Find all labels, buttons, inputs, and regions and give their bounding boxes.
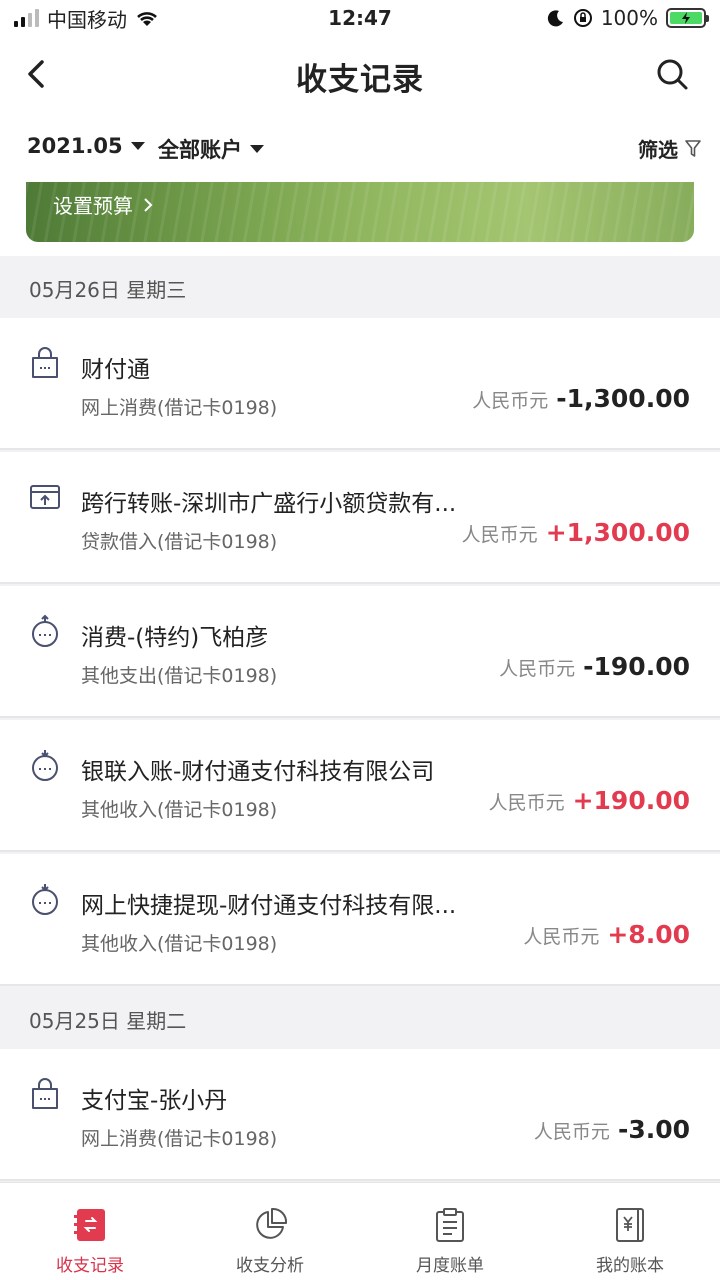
tab-my-ledger[interactable]: 我的账本: [540, 1183, 720, 1280]
currency-label: 人民币元: [461, 524, 538, 546]
funnel-icon: [685, 139, 701, 157]
transaction-amount: 人民币元 +8.00: [523, 920, 690, 949]
amount-value: +1,300.00: [545, 518, 690, 547]
transaction-title: 财付通: [81, 357, 150, 383]
expense-face-icon: [32, 614, 58, 647]
amount-value: +8.00: [607, 920, 690, 949]
clipboard-icon: [436, 1208, 464, 1242]
amount-value: -1,300.00: [556, 384, 690, 413]
battery-icon: [666, 8, 709, 28]
month-selector[interactable]: 2021.05: [27, 134, 145, 158]
transaction-title: 支付宝-张小丹: [81, 1088, 228, 1114]
transaction-subtitle: 其他收入(借记卡0198): [81, 933, 278, 955]
month-label: 2021.05: [27, 134, 123, 158]
tab-label: 月度账单: [416, 1256, 484, 1276]
transaction-row[interactable]: 网上快捷提现-财付通支付科技有限... 其他收入(借记卡0198) 人民币元 +…: [0, 854, 720, 986]
status-right: 100%: [547, 6, 709, 30]
income-face-icon: [32, 750, 58, 781]
currency-label: 人民币元: [499, 658, 576, 680]
transaction-amount: 人民币元 +1,300.00: [462, 518, 690, 547]
filter-label: 筛选: [638, 138, 678, 162]
tab-label: 收支记录: [56, 1256, 124, 1276]
transaction-title: 网上快捷提现-财付通支付科技有限...: [81, 893, 457, 919]
transaction-row[interactable]: 支付宝-张小丹 网上消费(借记卡0198) 人民币元 -3.00: [0, 1049, 720, 1181]
currency-label: 人民币元: [472, 390, 549, 412]
transaction-title: 跨行转账-深圳市广盛行小额贷款有...: [81, 491, 457, 517]
tab-monthly-bill[interactable]: 月度账单: [360, 1183, 540, 1280]
currency-label: 人民币元: [523, 926, 600, 948]
caret-down-icon: [250, 145, 264, 153]
transfer-icon: [30, 485, 60, 509]
orientation-lock-icon: [573, 9, 592, 27]
shopping-bag-icon: [32, 1078, 58, 1109]
transaction-row[interactable]: 跨行转账-深圳市广盛行小额贷款有... 贷款借入(借记卡0198) 人民币元 +…: [0, 452, 720, 584]
transaction-amount: 人民币元 -190.00: [499, 652, 690, 681]
filter-button[interactable]: 筛选: [638, 134, 702, 163]
date-header: 05月26日 星期三: [0, 256, 720, 318]
transaction-row[interactable]: 财付通 网上消费(借记卡0198) 人民币元 -1,300.00: [0, 318, 720, 450]
transaction-row[interactable]: 消费-(特约)飞柏彦 其他支出(借记卡0198) 人民币元 -190.00: [0, 586, 720, 718]
banner-area: 设置预算: [0, 182, 720, 256]
shopping-bag-icon: [32, 347, 58, 378]
currency-label: 人民币元: [488, 792, 565, 814]
tab-label: 收支分析: [236, 1256, 304, 1276]
transaction-subtitle: 网上消费(借记卡0198): [81, 397, 278, 419]
tab-bar: 收支记录 收支分析 月度账单 我的账本: [0, 1182, 720, 1280]
banner-label: 设置预算: [53, 194, 133, 218]
currency-label: 人民币元: [533, 1121, 610, 1143]
transaction-title: 消费-(特约)飞柏彦: [81, 625, 269, 651]
ledger-icon: [616, 1208, 644, 1242]
pie-chart-icon: [256, 1207, 288, 1239]
tab-records[interactable]: 收支记录: [0, 1183, 180, 1280]
records-book-icon: [74, 1209, 105, 1241]
account-selector[interactable]: 全部账户: [158, 134, 264, 164]
search-icon[interactable]: [654, 56, 690, 92]
transaction-title: 银联入账-财付通支付科技有限公司: [81, 759, 435, 785]
account-label: 全部账户: [158, 138, 242, 162]
transaction-subtitle: 贷款借入(借记卡0198): [81, 531, 278, 553]
amount-value: -190.00: [583, 652, 690, 681]
nav-bar: 收支记录: [0, 36, 720, 112]
amount-value: -3.00: [617, 1115, 690, 1144]
battery-label: 100%: [600, 6, 658, 30]
transaction-subtitle: 其他收入(借记卡0198): [81, 799, 278, 821]
income-face-icon: [32, 884, 58, 915]
date-header: 05月25日 星期二: [0, 987, 720, 1049]
tab-analysis[interactable]: 收支分析: [180, 1183, 360, 1280]
caret-down-icon: [130, 142, 145, 150]
chevron-right-icon: [144, 197, 153, 212]
amount-value: +190.00: [572, 786, 690, 815]
transaction-row[interactable]: 银联入账-财付通支付科技有限公司 其他收入(借记卡0198) 人民币元 +190…: [0, 720, 720, 852]
page-title: 收支记录: [296, 62, 424, 98]
transaction-amount: 人民币元 +190.00: [489, 786, 690, 815]
budget-banner[interactable]: 设置预算: [26, 182, 694, 242]
transaction-amount: 人民币元 -3.00: [534, 1115, 690, 1144]
transaction-subtitle: 其他支出(借记卡0198): [81, 665, 278, 687]
tab-label: 我的账本: [596, 1256, 664, 1276]
filter-bar: 2021.05 全部账户 筛选: [0, 112, 720, 182]
budget-link[interactable]: 设置预算: [53, 190, 153, 219]
status-bar: 中国移动 12:47 100%: [0, 0, 720, 36]
transaction-amount: 人民币元 -1,300.00: [472, 384, 690, 413]
moon-icon: [547, 10, 563, 27]
transaction-subtitle: 网上消费(借记卡0198): [81, 1128, 278, 1150]
